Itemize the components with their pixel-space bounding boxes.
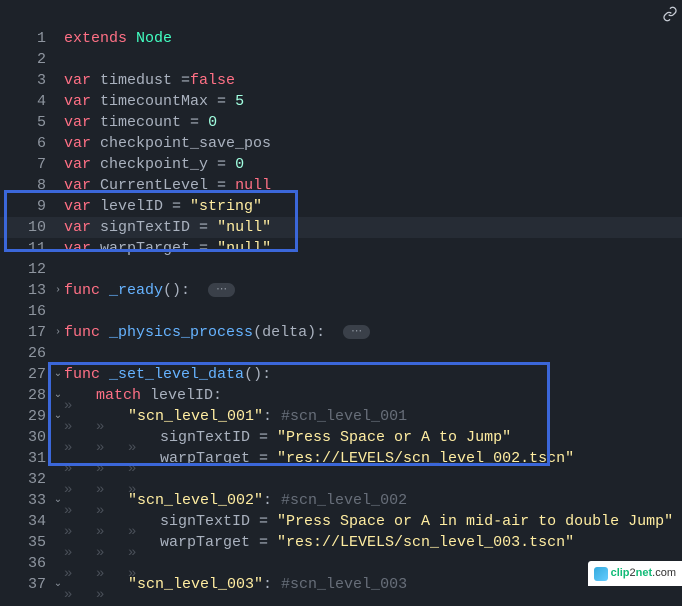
line-number: 11	[0, 238, 52, 259]
fold-marker[interactable]: ⌄	[52, 385, 64, 406]
line-number: 17	[0, 322, 52, 343]
code-content[interactable]: var checkpoint_y = 0	[64, 154, 682, 175]
line-number: 3	[0, 70, 52, 91]
code-line[interactable]: 5 var timecount = 0	[0, 112, 682, 133]
code-line[interactable]: 17›func _physics_process(delta): ⋯	[0, 322, 682, 343]
line-number: 5	[0, 112, 52, 133]
line-number: 35	[0, 532, 52, 553]
code-line[interactable]: 12	[0, 259, 682, 280]
code-editor[interactable]: 1 extends Node 23 var timedust =false 4 var t…	[0, 28, 682, 586]
code-line[interactable]: 37⌄"scn_level_003": #scn_level_003	[0, 574, 682, 595]
toolbar-right	[662, 6, 678, 29]
code-content[interactable]: warpTarget = "res://LEVELS/scn_level_003…	[160, 532, 682, 553]
fold-marker[interactable]: ⌄	[52, 364, 64, 385]
code-line[interactable]: 29⌄ "scn_level_001": #scn_level_001	[0, 406, 682, 427]
line-number: 36	[0, 553, 52, 574]
code-line[interactable]: 9 var levelID = "string"	[0, 196, 682, 217]
line-number: 34	[0, 511, 52, 532]
fold-ellipsis-icon[interactable]: ⋯	[208, 283, 235, 297]
line-number: 8	[0, 175, 52, 196]
code-line[interactable]: 28⌄ match levelID:	[0, 385, 682, 406]
code-content[interactable]: func _set_level_data():	[64, 364, 682, 385]
code-content[interactable]: var timecount = 0	[64, 112, 682, 133]
code-content[interactable]: "scn_level_001": #scn_level_001	[128, 406, 682, 427]
code-content[interactable]: extends Node	[64, 28, 682, 49]
code-line[interactable]: 31 warpTarget = "res://LEVELS/scn_level_0…	[0, 448, 682, 469]
fold-marker[interactable]: ›	[52, 322, 64, 343]
code-content[interactable]: func _ready(): ⋯	[64, 280, 682, 301]
code-line[interactable]: 8 var CurrentLevel = null	[0, 175, 682, 196]
line-number: 1	[0, 28, 52, 49]
code-content[interactable]: var signTextID = "null"	[64, 217, 682, 238]
code-line[interactable]: 7 var checkpoint_y = 0	[0, 154, 682, 175]
code-content[interactable]: var timecountMax = 5	[64, 91, 682, 112]
code-content[interactable]: var warpTarget = "null"	[64, 238, 682, 259]
watermark: clip2net.com	[588, 561, 682, 586]
fold-marker[interactable]: ›	[52, 280, 64, 301]
line-number: 12	[0, 259, 52, 280]
code-line[interactable]: 2	[0, 49, 682, 70]
fold-ellipsis-icon[interactable]: ⋯	[343, 325, 370, 339]
code-line[interactable]: 35 warpTarget = "res://LEVELS/scn_level_0…	[0, 532, 682, 553]
line-number: 10	[0, 217, 52, 238]
code-content[interactable]: signTextID = "Press Space or A in mid-ai…	[160, 511, 682, 532]
code-line[interactable]: 3 var timedust =false	[0, 70, 682, 91]
line-number: 16	[0, 301, 52, 322]
line-number: 29	[0, 406, 52, 427]
code-content[interactable]: match levelID:	[96, 385, 682, 406]
code-line[interactable]: 1 extends Node	[0, 28, 682, 49]
fold-marker[interactable]: ⌄	[52, 490, 64, 511]
code-line[interactable]: 33⌄ "scn_level_002": #scn_level_002	[0, 490, 682, 511]
line-number: 37	[0, 574, 52, 595]
code-content[interactable]: "scn_level_002": #scn_level_002	[128, 490, 682, 511]
line-number: 7	[0, 154, 52, 175]
code-content[interactable]: var timedust =false	[64, 70, 682, 91]
fold-marker[interactable]: ⌄	[52, 406, 64, 427]
code-line[interactable]: 11 var warpTarget = "null"	[0, 238, 682, 259]
code-line[interactable]: 34 signTextID = "Press Space or A in mid-…	[0, 511, 682, 532]
code-line[interactable]: 27⌄func _set_level_data():	[0, 364, 682, 385]
line-number: 30	[0, 427, 52, 448]
line-number: 6	[0, 133, 52, 154]
line-number: 4	[0, 91, 52, 112]
link-icon[interactable]	[662, 6, 678, 29]
line-number: 13	[0, 280, 52, 301]
code-line[interactable]: 30 signTextID = "Press Space or A to Jump…	[0, 427, 682, 448]
line-number: 2	[0, 49, 52, 70]
code-content[interactable]: var checkpoint_save_pos	[64, 133, 682, 154]
watermark-logo-icon	[594, 567, 608, 581]
code-line[interactable]: 13›func _ready(): ⋯	[0, 280, 682, 301]
code-line[interactable]: 26	[0, 343, 682, 364]
line-number: 26	[0, 343, 52, 364]
code-line[interactable]: 6 var checkpoint_save_pos	[0, 133, 682, 154]
code-content[interactable]: var CurrentLevel = null	[64, 175, 682, 196]
line-number: 32	[0, 469, 52, 490]
code-line[interactable]: 32	[0, 469, 682, 490]
line-number: 27	[0, 364, 52, 385]
line-number: 31	[0, 448, 52, 469]
line-number: 33	[0, 490, 52, 511]
code-line[interactable]: 4 var timecountMax = 5	[0, 91, 682, 112]
line-number: 28	[0, 385, 52, 406]
code-content[interactable]: signTextID = "Press Space or A to Jump"	[160, 427, 682, 448]
code-line[interactable]: 36	[0, 553, 682, 574]
code-content[interactable]: func _physics_process(delta): ⋯	[64, 322, 682, 343]
code-line[interactable]: 10 var signTextID = "null"	[0, 217, 682, 238]
line-number: 9	[0, 196, 52, 217]
code-content[interactable]: warpTarget = "res://LEVELS/scn_level_002…	[160, 448, 682, 469]
code-line[interactable]: 16	[0, 301, 682, 322]
code-content[interactable]: var levelID = "string"	[64, 196, 682, 217]
fold-marker[interactable]: ⌄	[52, 574, 64, 595]
